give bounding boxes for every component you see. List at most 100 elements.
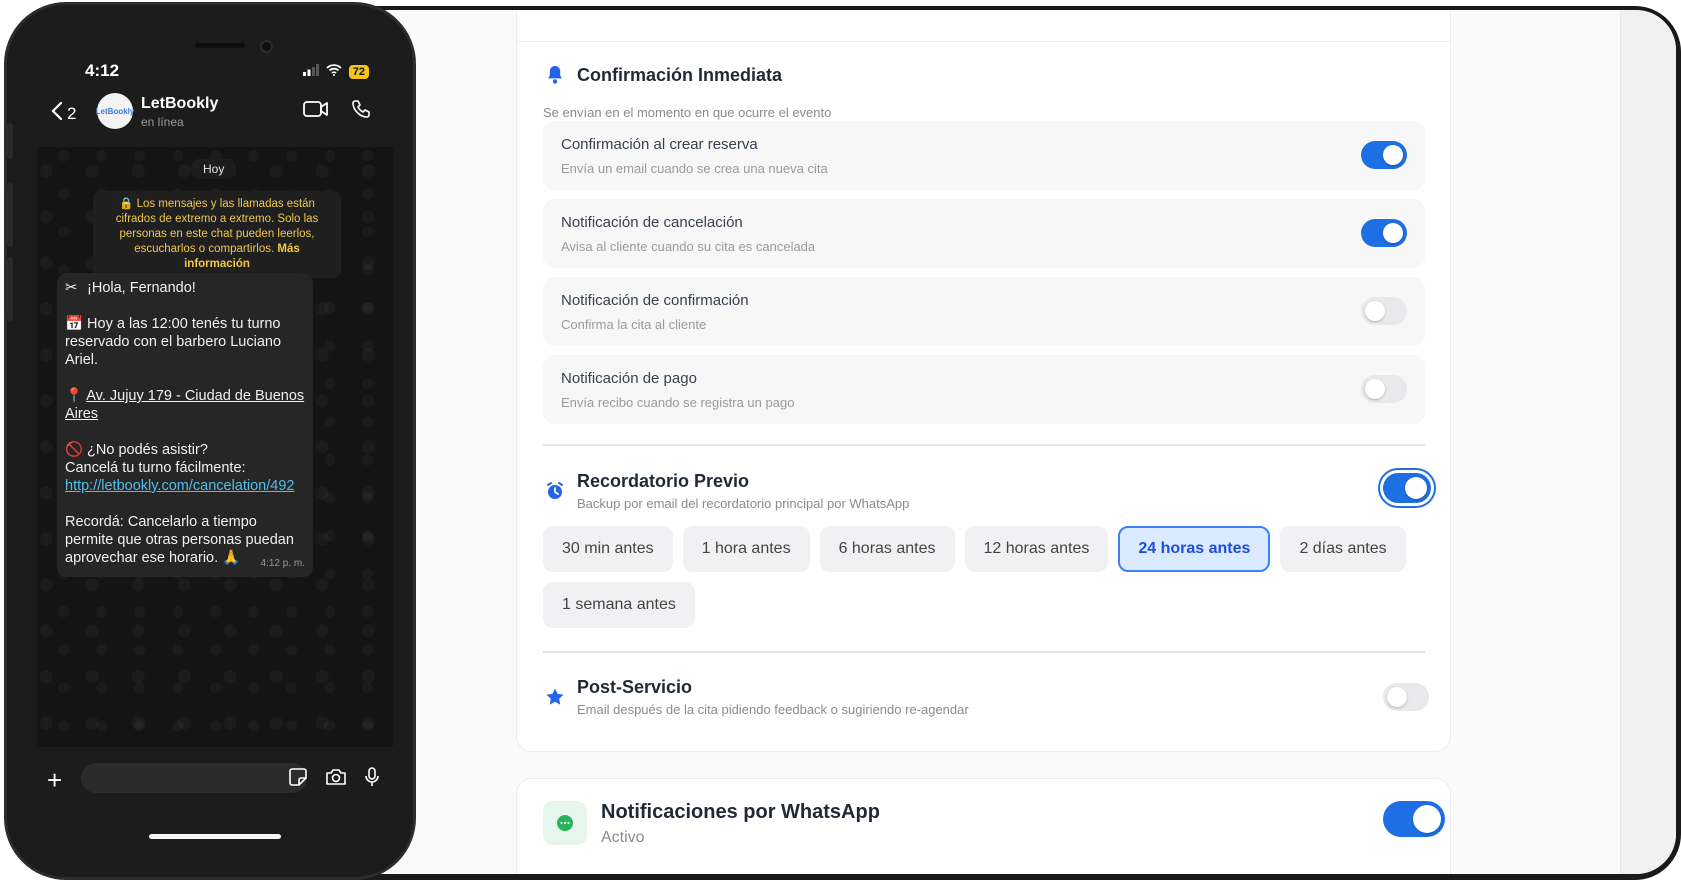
- section-divider: [543, 444, 1425, 446]
- right-rail: [1620, 10, 1676, 874]
- status-icons: 72: [302, 63, 369, 81]
- phone-mute-switch: [7, 123, 13, 159]
- post-section-header: Post-Servicio Email después de la cita p…: [545, 677, 969, 717]
- toggle-knob: [1413, 805, 1441, 833]
- whatsapp-title: Notificaciones por WhatsApp: [601, 801, 880, 823]
- toggle-payment[interactable]: [1361, 375, 1407, 403]
- section-divider: [543, 651, 1425, 653]
- reminder-option-chip[interactable]: 30 min antes: [543, 526, 673, 572]
- message-cannot-attend: ¿No podés asistir?: [87, 442, 208, 458]
- toggle-create-booking[interactable]: [1361, 141, 1407, 169]
- message-timestamp: 4:12 p. m.: [260, 558, 305, 569]
- setting-title: Notificación de pago: [561, 370, 697, 387]
- email-notifications-card: Confirmación Inmediata Se envían en el m…: [516, 10, 1451, 752]
- toggle-confirmation[interactable]: [1361, 297, 1407, 325]
- reminder-option-chip[interactable]: 2 días antes: [1280, 526, 1406, 572]
- message-greeting: ¡Hola, Fernando!: [87, 280, 196, 296]
- message-input[interactable]: [81, 763, 307, 793]
- wifi-icon: [326, 63, 342, 81]
- speaker-notch: [195, 43, 245, 48]
- setting-title: Confirmación al crear reserva: [561, 136, 758, 153]
- signal-icon: [302, 63, 319, 81]
- date-divider: Hoy: [191, 159, 237, 179]
- settings-screen: Confirmación Inmediata Se envían en el m…: [340, 10, 1676, 874]
- whatsapp-status: Activo: [601, 829, 645, 846]
- whatsapp-notifications-card: Notificaciones por WhatsApp Activo: [516, 778, 1451, 874]
- message-address[interactable]: Av. Jujuy 179 - Ciudad de Buenos Aires: [65, 388, 304, 422]
- phone-call-icon[interactable]: [351, 99, 371, 124]
- chevron-left-icon: [51, 101, 63, 126]
- chat-header: 4:12 72 2 LetBookly LetBookly en línea: [37, 19, 393, 147]
- video-call-icon[interactable]: [303, 100, 329, 123]
- praying-hands-icon: 🙏: [222, 550, 241, 566]
- sticker-icon[interactable]: [289, 768, 307, 791]
- message-bubble[interactable]: ✂ ¡Hola, Fernando! 📅 Hoy a las 12:00 ten…: [57, 273, 313, 577]
- reminder-option-chip[interactable]: 6 horas antes: [819, 526, 955, 572]
- setting-subtitle: Envía un email cuando se crea una nueva …: [561, 161, 828, 176]
- setting-subtitle: Avisa al cliente cuando su cita es cance…: [561, 239, 816, 254]
- calendar-icon: 📅: [65, 316, 84, 332]
- back-button[interactable]: 2: [51, 101, 76, 126]
- post-section-title: Post-Servicio: [577, 677, 693, 697]
- setting-row-payment: Notificación de pago Envía recibo cuando…: [543, 355, 1425, 424]
- toggle-whatsapp[interactable]: [1383, 801, 1445, 837]
- home-indicator: [149, 834, 281, 839]
- battery-level: 72: [348, 65, 369, 79]
- toggle-cancellation[interactable]: [1361, 219, 1407, 247]
- toggle-knob: [1365, 379, 1385, 399]
- avatar-logo-text: LetBookly: [95, 106, 135, 116]
- pin-icon: 📍: [65, 388, 84, 404]
- phone-frame: 4:12 72 2 LetBookly LetBookly en línea H…: [4, 2, 416, 880]
- setting-subtitle: Confirma la cita al cliente: [561, 317, 707, 332]
- reminder-section-subtitle: Backup por email del recordatorio princi…: [577, 496, 910, 511]
- setting-title: Notificación de confirmación: [561, 292, 749, 309]
- reminder-section-header: Recordatorio Previo Backup por email del…: [545, 471, 909, 511]
- bell-icon: [545, 65, 565, 85]
- reminder-option-chip[interactable]: 1 semana antes: [543, 582, 695, 628]
- setting-title: Notificación de cancelación: [561, 214, 743, 231]
- reminder-option-chip[interactable]: 24 horas antes: [1118, 526, 1271, 572]
- immediate-section-title: Confirmación Inmediata: [577, 65, 783, 85]
- alarm-clock-icon: [545, 481, 565, 501]
- lock-icon: 🔒: [119, 198, 134, 210]
- setting-row-create-booking: Confirmación al crear reserva Envía un e…: [543, 121, 1425, 190]
- message-appointment: Hoy a las 12:00 tenés tu turno reservado…: [65, 316, 282, 368]
- toggle-knob: [1405, 477, 1427, 499]
- encryption-notice[interactable]: 🔒 Los mensajes y las llamadas están cifr…: [93, 191, 341, 278]
- unread-count: 2: [67, 103, 77, 123]
- immediate-section-header: Confirmación Inmediata: [545, 65, 782, 86]
- camera-icon[interactable]: [325, 768, 347, 791]
- toggle-knob: [1365, 301, 1385, 321]
- cancel-link[interactable]: http://letbookly.com/cancelation/492: [65, 478, 294, 494]
- post-section-subtitle: Email después de la cita pidiendo feedba…: [577, 702, 969, 717]
- setting-row-cancellation: Notificación de cancelación Avisa al cli…: [543, 199, 1425, 268]
- toggle-knob: [1383, 145, 1403, 165]
- star-icon: [545, 687, 565, 707]
- reminder-option-chip[interactable]: 1 hora antes: [682, 526, 810, 572]
- toggle-post-service[interactable]: [1383, 683, 1429, 711]
- microphone-icon[interactable]: [365, 767, 379, 792]
- immediate-section-subtitle: Se envían en el momento en que ocurre el…: [543, 105, 832, 120]
- call-actions: [303, 99, 371, 124]
- composer-actions: [289, 767, 379, 792]
- contact-name[interactable]: LetBookly: [141, 95, 218, 113]
- toggle-knob: [1383, 223, 1403, 243]
- contact-avatar[interactable]: LetBookly: [95, 93, 135, 129]
- toggle-reminder[interactable]: [1383, 473, 1431, 503]
- whatsapp-chat-screen: 4:12 72 2 LetBookly LetBookly en línea H…: [37, 19, 393, 869]
- phone-volume-down: [7, 257, 13, 321]
- setting-subtitle: Envía recibo cuando se registra un pago: [561, 395, 795, 410]
- card-top-divider: [517, 41, 1450, 42]
- chat-bubble-icon: [543, 801, 587, 845]
- toggle-knob: [1387, 687, 1407, 707]
- phone-volume-up: [7, 183, 13, 247]
- plus-icon[interactable]: +: [47, 765, 62, 796]
- reminder-options: 30 min antes 1 hora antes 6 horas antes 12 …: [543, 526, 1413, 628]
- front-camera: [260, 40, 273, 53]
- status-time: 4:12: [85, 61, 120, 80]
- reminder-option-chip[interactable]: 12 horas antes: [964, 526, 1109, 572]
- reminder-section-title: Recordatorio Previo: [577, 471, 750, 491]
- contact-status: en línea: [141, 115, 184, 129]
- prohibited-icon: 🚫: [65, 442, 84, 458]
- message-cancel-easily: Cancelá tu turno fácilmente:: [65, 460, 246, 476]
